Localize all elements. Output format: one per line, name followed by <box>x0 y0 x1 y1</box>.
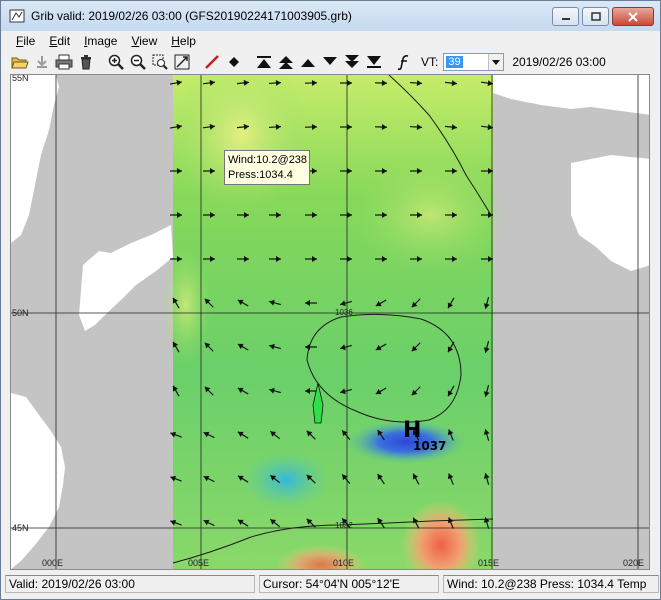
isobar-label-1036: 1036 <box>335 308 353 317</box>
waypoint-button[interactable] <box>223 51 245 73</box>
minimize-icon <box>561 17 570 20</box>
menu-edit[interactable]: Edit <box>42 34 77 48</box>
valid-time-label: 2019/02/26 03:00 <box>512 55 606 69</box>
maximize-button[interactable] <box>582 7 609 26</box>
zoom-box-icon <box>152 54 168 70</box>
lon-label-000e: 000E <box>42 558 64 568</box>
toolbar-separator <box>385 52 393 72</box>
window-title: Grib valid: 2019/02/26 03:00 (GFS2019022… <box>31 9 352 23</box>
step-forward-icon <box>323 57 337 65</box>
first-frame-button[interactable] <box>253 51 275 73</box>
app-window: Grib valid: 2019/02/26 03:00 (GFS2019022… <box>0 0 661 600</box>
minimize-button[interactable] <box>552 7 579 26</box>
toolbar-separator <box>245 52 253 72</box>
fast-forward-button[interactable] <box>341 51 363 73</box>
status-valid-time: Valid: 2019/02/26 03:00 <box>5 575 255 593</box>
step-back-button[interactable] <box>297 51 319 73</box>
lon-label-015e: 015E <box>478 558 500 568</box>
fast-back-button[interactable] <box>275 51 297 73</box>
menu-bar: File Edit Image View Help <box>1 31 660 50</box>
last-frame-icon <box>367 56 381 68</box>
zoom-in-button[interactable] <box>105 51 127 73</box>
last-frame-button[interactable] <box>363 51 385 73</box>
function-button[interactable] <box>393 51 415 73</box>
menu-help[interactable]: Help <box>164 34 203 48</box>
map-svg <box>11 75 649 569</box>
status-cursor-position: Cursor: 54°04'N 005°12'E <box>259 575 439 593</box>
close-icon <box>628 11 638 22</box>
maximize-icon <box>590 12 601 21</box>
menu-image-label: mage <box>87 33 118 48</box>
lon-label-020e: 020E <box>623 558 645 568</box>
lon-label-005e: 005E <box>188 558 210 568</box>
delete-icon <box>81 55 91 70</box>
menu-help-label: elp <box>179 33 196 48</box>
zoom-out-button[interactable] <box>127 51 149 73</box>
zoom-box-button[interactable] <box>149 51 171 73</box>
menu-file-label: ile <box>23 33 36 48</box>
toolbar: VT: 39 2019/02/26 03:00 <box>1 50 660 74</box>
menu-image[interactable]: Image <box>77 34 124 48</box>
vt-select[interactable]: 39 <box>443 53 505 71</box>
isobar-label-1032: 1032 <box>335 521 353 530</box>
menu-edit-label: dit <box>57 33 71 48</box>
lon-label-010e: 010E <box>333 558 355 568</box>
print-icon <box>55 54 73 70</box>
first-frame-icon <box>257 56 271 68</box>
chevron-down-icon <box>492 59 501 65</box>
vt-dropdown-button[interactable] <box>488 54 504 70</box>
fast-back-icon <box>279 56 293 69</box>
step-forward-button[interactable] <box>319 51 341 73</box>
print-button[interactable] <box>53 51 75 73</box>
save-button[interactable] <box>31 51 53 73</box>
status-bar: Valid: 2019/02/26 03:00 Cursor: 54°04'N … <box>1 573 660 595</box>
save-icon <box>37 56 47 68</box>
zoom-in-icon <box>108 54 124 70</box>
lat-label-55n: 55N <box>12 74 29 83</box>
menu-view-label: iew <box>139 33 158 48</box>
menu-view[interactable]: View <box>124 34 164 48</box>
zoom-fit-icon <box>174 54 190 70</box>
toolbar-separator <box>97 52 105 72</box>
grib-app-icon <box>9 9 25 23</box>
pen-icon <box>205 55 219 69</box>
grib-map-canvas[interactable]: 55N 50N 45N 000E 005E 010E 015E 020E 103… <box>10 74 650 570</box>
close-button[interactable] <box>612 7 654 26</box>
draw-route-button[interactable] <box>201 51 223 73</box>
zoom-fit-button[interactable] <box>171 51 193 73</box>
vt-label: VT: <box>421 55 439 69</box>
step-back-icon <box>301 59 315 67</box>
status-wind-pressure: Wind: 10.2@238 Press: 1034.4 Temp <box>443 575 659 593</box>
delete-button[interactable] <box>75 51 97 73</box>
lat-label-45n: 45N <box>12 523 29 533</box>
fast-forward-icon <box>345 55 359 68</box>
tooltip-pressure: Press:1034.4 <box>228 169 293 181</box>
open-button[interactable] <box>9 51 31 73</box>
vt-selected-value: 39 <box>446 56 463 68</box>
wind-tooltip: Wind:10.2@238 Press:1034.4 <box>224 150 310 185</box>
lat-label-50n: 50N <box>12 308 29 318</box>
toolbar-separator <box>193 52 201 72</box>
title-bar[interactable]: Grib valid: 2019/02/26 03:00 (GFS2019022… <box>1 1 660 31</box>
high-pressure-value: 1037 <box>413 439 447 453</box>
menu-help-accel: H <box>171 33 180 48</box>
menu-file[interactable]: File <box>9 34 42 48</box>
tooltip-wind: Wind:10.2@238 <box>228 154 308 166</box>
zoom-out-icon <box>130 54 146 70</box>
open-folder-icon <box>11 57 29 69</box>
grib-data-field <box>161 75 511 569</box>
caption-buttons <box>552 7 654 26</box>
function-icon <box>397 55 409 70</box>
diamond-icon <box>229 57 239 67</box>
